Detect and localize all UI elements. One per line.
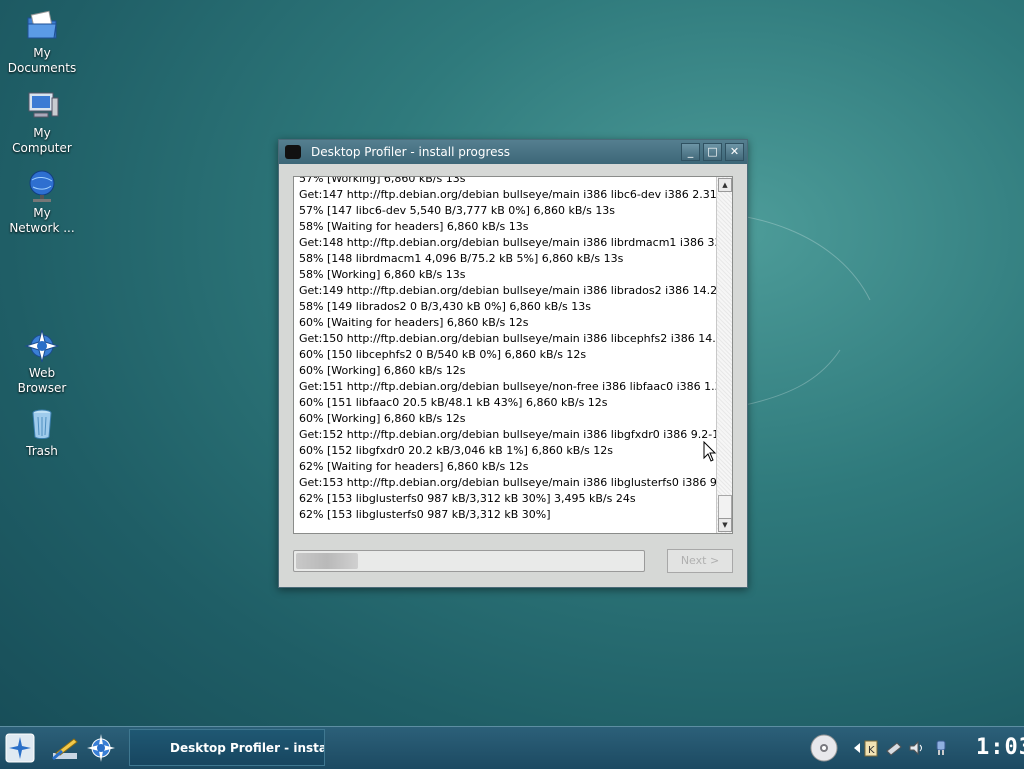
app-icon: [285, 145, 301, 159]
log-line: 57% [147 libc6-dev 5,540 B/3,777 kB 0%] …: [299, 204, 616, 217]
log-line: 60% [Working] 6,860 kB/s 12s: [299, 412, 466, 425]
minimize-button[interactable]: _: [681, 143, 700, 161]
taskbar-task-desktop-profiler[interactable]: Desktop Profiler - install p: [129, 729, 325, 766]
desktop-icon-my-documents[interactable]: My Documents: [2, 8, 82, 76]
log-line: 60% [151 libfaac0 20.5 kB/48.1 kB 43%] 6…: [299, 396, 608, 409]
log-line: 62% [153 libglusterfs0 987 kB/3,312 kB 3…: [299, 508, 551, 521]
log-line: 62% [153 libglusterfs0 987 kB/3,312 kB 3…: [299, 492, 636, 505]
desktop-cleaner-icon[interactable]: [50, 733, 80, 763]
clipboard-icon[interactable]: K: [862, 739, 880, 757]
log-line: 58% [149 librados2 0 B/3,430 kB 0%] 6,86…: [299, 300, 591, 313]
log-scrollbar[interactable]: ▲ ▼: [716, 177, 732, 533]
network-icon[interactable]: [885, 739, 903, 757]
desktop-icon-label: Documents: [7, 61, 77, 75]
taskbar: Desktop Profiler - install p K 1:03: [0, 726, 1024, 769]
taskbar-clock[interactable]: 1:03: [976, 735, 1024, 761]
desktop-icon-label: Browser: [17, 381, 67, 395]
log-line: Get:149 http://ftp.debian.org/debian bul…: [299, 284, 716, 297]
desktop-icon-label: My: [33, 46, 51, 60]
log-line: Get:152 http://ftp.debian.org/debian bul…: [299, 428, 716, 441]
log-text: 57% [Working] 6,860 kB/s 13s Get:147 http…: [299, 176, 716, 523]
close-button[interactable]: ✕: [725, 143, 744, 161]
network-globe-icon: [29, 170, 55, 202]
next-button[interactable]: Next >: [667, 549, 733, 573]
task-label: Desktop Profiler - install p: [170, 740, 324, 755]
trash-icon: [32, 409, 52, 439]
log-line: 58% [148 librdmacm1 4,096 B/75.2 kB 5%] …: [299, 252, 624, 265]
documents-folder-icon: [27, 10, 57, 39]
start-menu-icon[interactable]: [5, 733, 35, 763]
log-line: 60% [150 libcephfs2 0 B/540 kB 0%] 6,860…: [299, 348, 587, 361]
install-log[interactable]: 57% [Working] 6,860 kB/s 13s Get:147 http…: [293, 176, 733, 534]
log-line: 62% [Waiting for headers] 6,860 kB/s 12s: [299, 460, 529, 473]
log-line: 57% [Working] 6,860 kB/s 13s: [299, 176, 466, 185]
log-line: Get:151 http://ftp.debian.org/debian bul…: [299, 380, 716, 393]
log-line: Get:148 http://ftp.debian.org/debian bul…: [299, 236, 716, 249]
desktop-icon-trash[interactable]: Trash: [2, 406, 82, 459]
log-line: 58% [Working] 6,860 kB/s 13s: [299, 268, 466, 281]
desktop-icon-label: My: [33, 206, 51, 220]
power-icon[interactable]: [932, 739, 950, 757]
log-line: 60% [Working] 6,860 kB/s 12s: [299, 364, 466, 377]
desktop-icon-label: Network ...: [9, 221, 75, 235]
log-line: Get:150 http://ftp.debian.org/debian bul…: [299, 332, 716, 345]
log-line: 58% [Waiting for headers] 6,860 kB/s 13s: [299, 220, 529, 233]
web-browser-icon: [24, 329, 60, 363]
cd-icon[interactable]: [809, 733, 839, 763]
log-line: 60% [152 libgfxdr0 20.2 kB/3,046 kB 1%] …: [299, 444, 614, 457]
svg-text:K: K: [868, 745, 875, 756]
log-line: Get:153 http://ftp.debian.org/debian bul…: [299, 476, 716, 489]
install-progress-window: Desktop Profiler - install progress _ □ …: [278, 139, 748, 588]
progress-fill: [296, 553, 358, 569]
maximize-button[interactable]: □: [703, 143, 722, 161]
volume-icon[interactable]: [908, 739, 926, 757]
desktop-icon-label: My: [33, 126, 51, 140]
log-line: Get:147 http://ftp.debian.org/debian bul…: [299, 188, 716, 201]
desktop-icon-label: Web: [28, 366, 56, 380]
desktop-icon-label: Computer: [12, 141, 72, 155]
mouse-cursor-icon: [703, 441, 717, 462]
install-progress-bar: [293, 550, 645, 572]
log-line: 60% [Waiting for headers] 6,860 kB/s 12s: [299, 316, 529, 329]
desktop-icon-my-network[interactable]: My Network ...: [2, 168, 82, 236]
desktop-icon-web-browser[interactable]: Web Browser: [2, 328, 82, 396]
scroll-down-button[interactable]: ▼: [718, 518, 732, 532]
window-titlebar[interactable]: Desktop Profiler - install progress _ □ …: [279, 140, 747, 164]
desktop-icon-label: Trash: [26, 444, 58, 458]
window-title: Desktop Profiler - install progress: [311, 145, 511, 159]
computer-icon: [28, 92, 59, 118]
scroll-up-button[interactable]: ▲: [718, 178, 732, 192]
web-browser-launcher-icon[interactable]: [86, 733, 116, 763]
scroll-thumb[interactable]: [718, 495, 732, 519]
desktop-icon-my-computer[interactable]: My Computer: [2, 88, 82, 156]
